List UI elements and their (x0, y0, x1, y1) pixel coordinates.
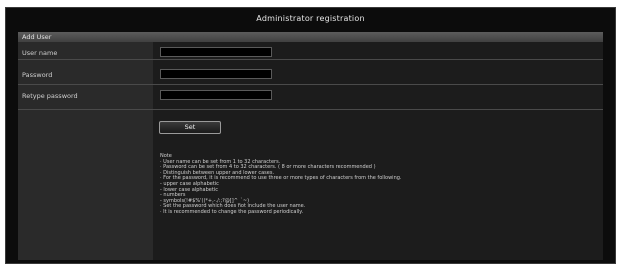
admin-registration-window: Administrator registration Add User User… (5, 7, 616, 264)
row-divider (18, 84, 603, 85)
add-user-section-header: Add User (18, 32, 603, 42)
add-user-panel: User name Password Retype password Set N… (18, 42, 603, 260)
note-line: · It is recommended to change the passwo… (160, 208, 304, 215)
page-title: Administrator registration (256, 14, 365, 23)
row-divider (18, 109, 603, 110)
password-note: Note · User name can be set from 1 to 32… (160, 153, 600, 216)
user-name-label: User name (22, 49, 58, 57)
password-label: Password (22, 71, 53, 79)
row-divider (18, 59, 603, 60)
password-input[interactable] (160, 69, 272, 79)
set-button[interactable]: Set (159, 121, 221, 134)
retype-password-input[interactable] (160, 90, 272, 100)
retype-password-label: Retype password (22, 92, 78, 100)
user-name-input[interactable] (160, 47, 272, 57)
